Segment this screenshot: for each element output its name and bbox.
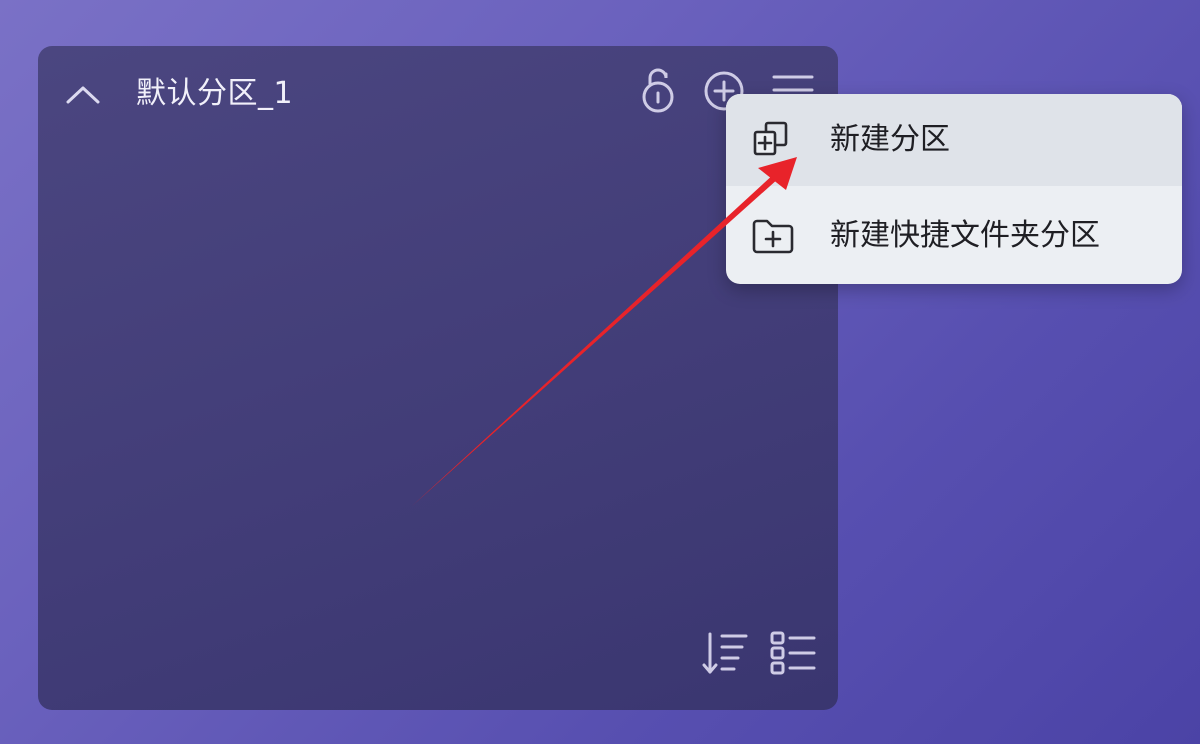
- unlock-icon: [642, 68, 674, 113]
- context-menu: 新建分区 新建快捷文件夹分区: [726, 94, 1182, 284]
- partition-title[interactable]: 默认分区_1: [136, 74, 293, 114]
- view-mode-button[interactable]: [768, 630, 818, 678]
- chevron-up-icon: [66, 86, 100, 104]
- collapse-button[interactable]: [62, 76, 104, 110]
- lock-toggle-button[interactable]: [636, 64, 680, 116]
- sort-button[interactable]: [700, 630, 750, 678]
- new-folder-partition-icon: [752, 219, 794, 254]
- sort-descending-icon: [702, 632, 748, 674]
- new-partition-icon: [753, 121, 788, 156]
- menu-item-new-partition[interactable]: 新建分区: [726, 94, 1182, 186]
- list-view-icon: [770, 631, 816, 675]
- partition-panel: [38, 46, 838, 710]
- menu-item-label: 新建分区: [830, 122, 950, 157]
- menu-item-new-folder-partition[interactable]: 新建快捷文件夹分区: [726, 190, 1182, 282]
- menu-item-label: 新建快捷文件夹分区: [830, 218, 1100, 253]
